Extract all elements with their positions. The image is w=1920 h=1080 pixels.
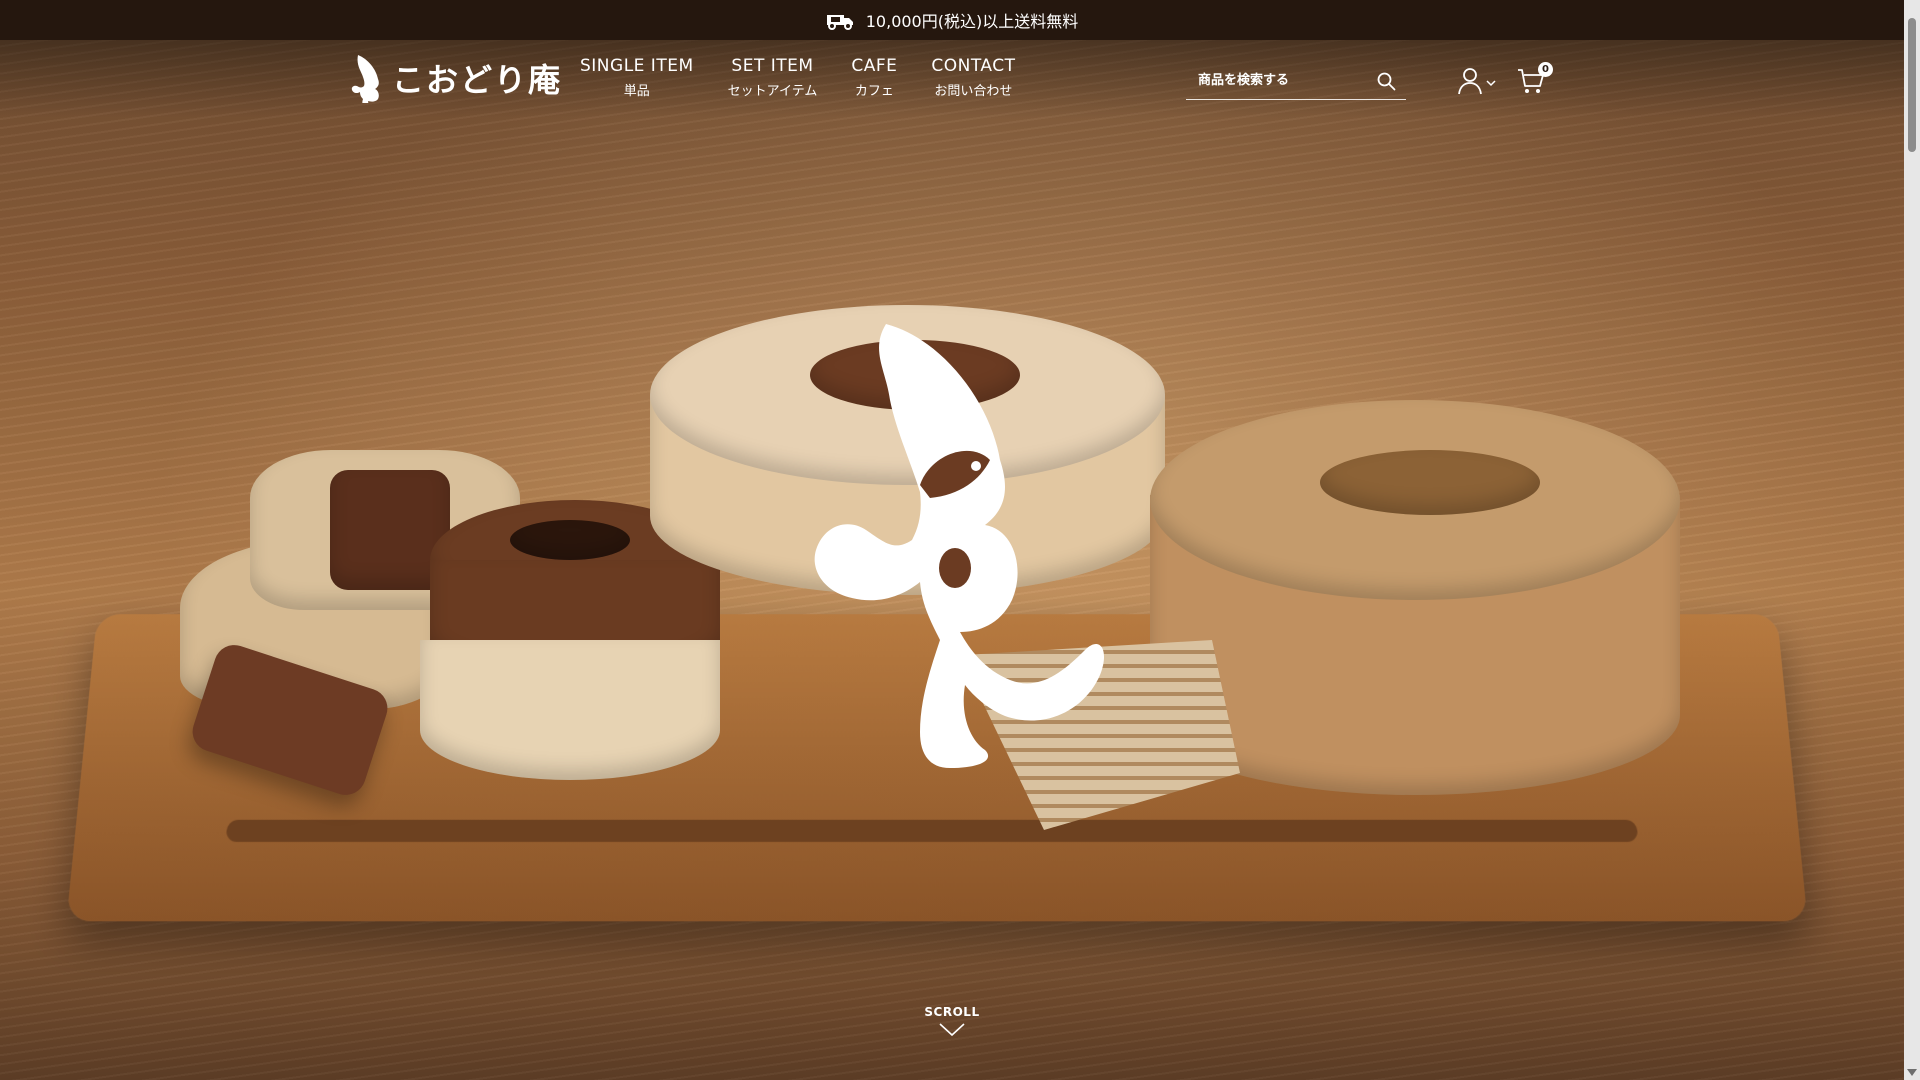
page-scrollbar[interactable] <box>1904 0 1920 1080</box>
brand-logo[interactable]: こおどり庵 <box>350 54 563 103</box>
search-bar <box>1186 62 1406 100</box>
page: 10,000円(税込)以上送料無料 こおどり庵 SINGLE ITEM 単品 S… <box>0 0 1920 1080</box>
dancing-gnome-mascot <box>800 320 1120 770</box>
scrollbar-thumb[interactable] <box>1908 18 1916 152</box>
search-icon[interactable] <box>1376 71 1396 91</box>
nav-contact[interactable]: CONTACT お問い合わせ <box>931 56 1015 99</box>
announcement-bar: 10,000円(税込)以上送料無料 <box>0 0 1904 40</box>
nav-label-ja: カフェ <box>854 84 894 99</box>
user-icon <box>1458 68 1482 95</box>
scroll-label: SCROLL <box>924 1005 980 1019</box>
nav-label-ja: 単品 <box>623 84 650 99</box>
chocolate-baumkuchen-hole <box>510 520 630 560</box>
cart-count-badge: 0 <box>1538 62 1553 77</box>
account-menu[interactable] <box>1456 66 1496 96</box>
main-navigation: SINGLE ITEM 単品 SET ITEM セットアイテム CAFE カフェ… <box>580 56 1015 99</box>
cream-baumkuchen <box>420 640 720 780</box>
announcement-text: 10,000円(税込)以上送料無料 <box>865 12 1079 31</box>
cart-button[interactable]: 0 <box>1516 62 1553 100</box>
chevron-down-icon <box>1486 80 1496 87</box>
brand-name: こおどり庵 <box>392 61 563 99</box>
nav-set-item[interactable]: SET ITEM セットアイテム <box>728 56 818 99</box>
nav-cafe[interactable]: CAFE カフェ <box>851 56 897 99</box>
nav-label-ja: お問い合わせ <box>934 84 1013 99</box>
nav-label-en: SINGLE ITEM <box>580 56 694 76</box>
hero-image <box>0 0 1904 1080</box>
nav-label-en: CONTACT <box>931 56 1016 76</box>
nav-label-en: SET ITEM <box>731 56 814 76</box>
scroll-indicator[interactable]: SCROLL <box>924 1005 980 1037</box>
nav-label-ja: セットアイテム <box>727 84 818 99</box>
scrollbar-down-arrow[interactable] <box>1907 1069 1917 1076</box>
dancing-gnome-icon <box>814 324 1105 768</box>
board-slot <box>225 819 1639 842</box>
search-input[interactable] <box>1196 72 1366 89</box>
nav-label-en: CAFE <box>851 56 898 76</box>
right-baumkuchen-hole <box>1320 450 1540 515</box>
site-header: こおどり庵 SINGLE ITEM 単品 SET ITEM セットアイテム CA… <box>0 40 1904 118</box>
delivery-truck-icon <box>826 15 853 30</box>
chevron-down-icon <box>939 1023 965 1037</box>
dancing-gnome-icon <box>351 55 379 103</box>
nav-single-item[interactable]: SINGLE ITEM 単品 <box>580 56 694 99</box>
